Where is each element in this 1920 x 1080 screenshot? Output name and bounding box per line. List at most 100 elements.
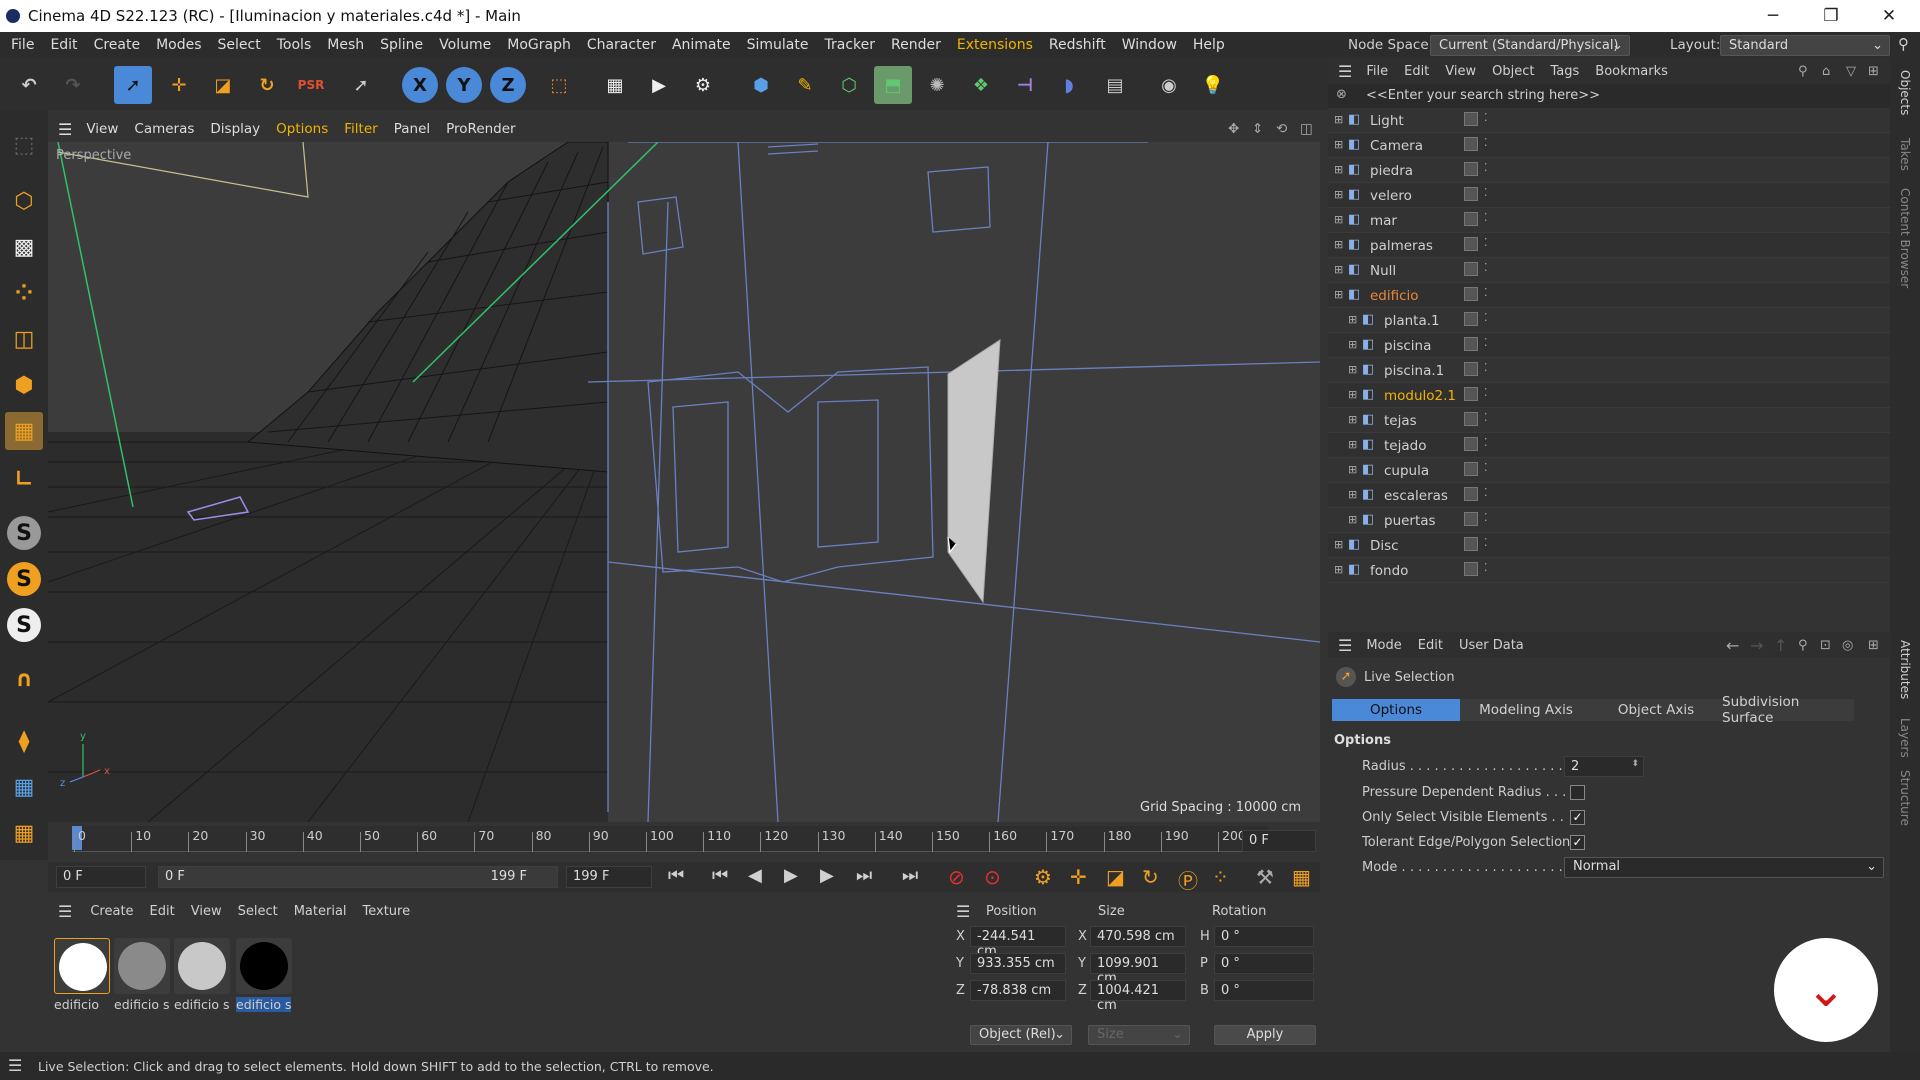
size-mode-dropdown[interactable]: Size ⌄	[1088, 1025, 1190, 1045]
current-frame-field[interactable]: 0 F	[1242, 830, 1316, 852]
viewport-menu-display[interactable]: Display	[210, 121, 260, 137]
expand-icon[interactable]: ⊞	[1348, 513, 1357, 526]
back-arrow-icon[interactable]: ←	[1726, 636, 1739, 655]
object-row[interactable]: ⊞ ◧ piedra ⁚	[1328, 158, 1890, 183]
object-row[interactable]: ⊞ ◧ modulo2.1 ⁚	[1328, 383, 1890, 408]
expand-icon[interactable]: ⊞	[1334, 263, 1343, 276]
y-axis-icon[interactable]: Y	[446, 67, 482, 103]
target-icon[interactable]: ◎	[1842, 638, 1853, 653]
material-thumb[interactable]	[54, 938, 110, 994]
new-window-icon[interactable]: ⊞	[1868, 64, 1879, 79]
material-name[interactable]: edificio s	[114, 997, 169, 1012]
timeline-window-icon[interactable]: ▦	[1292, 865, 1311, 889]
material-menu-material[interactable]: Material	[294, 904, 347, 919]
end-frame-field[interactable]: 199 F	[566, 866, 652, 888]
close-icon[interactable]: ✕	[1860, 0, 1918, 32]
menu-animate[interactable]: Animate	[672, 37, 731, 53]
recent-tool-icon[interactable]: ➚	[342, 66, 380, 104]
scheme-icon[interactable]: ⚒	[1256, 865, 1274, 889]
go-to-end-icon[interactable]: ⏭	[902, 865, 918, 886]
menu-simulate[interactable]: Simulate	[747, 37, 809, 53]
visibility-toggle[interactable]	[1464, 337, 1478, 351]
snap-settings-icon[interactable]: S	[7, 562, 41, 596]
redo-icon[interactable]: ↷	[54, 66, 92, 104]
visibility-toggle[interactable]	[1464, 412, 1478, 426]
viewport-menu-filter[interactable]: Filter	[344, 121, 377, 137]
lock-icon[interactable]: ⊡	[1820, 638, 1831, 653]
render-dots-icon[interactable]: ⁚	[1484, 461, 1488, 474]
render-dots-icon[interactable]: ⁚	[1484, 486, 1488, 499]
viewport-menu-panel[interactable]: Panel	[394, 121, 430, 137]
expand-icon[interactable]: ⊞	[1348, 413, 1357, 426]
edges-mode-icon[interactable]: ◫	[5, 320, 43, 358]
axis-mode-icon[interactable]: ∟	[5, 460, 43, 498]
minimize-icon[interactable]: ─	[1744, 0, 1802, 32]
field-icon[interactable]: ◗	[1050, 66, 1088, 104]
render-dots-icon[interactable]: ⁚	[1484, 311, 1488, 324]
node-space-dropdown[interactable]: Current (Standard/Physical) ⌄	[1430, 35, 1630, 56]
render-picture-viewer-icon[interactable]: ▶	[640, 66, 678, 104]
subdivision-surface-icon[interactable]: ⬡	[830, 66, 868, 104]
menu-help[interactable]: Help	[1193, 37, 1225, 53]
visibility-toggle[interactable]	[1464, 562, 1478, 576]
visibility-toggle[interactable]	[1464, 262, 1478, 276]
object-search-bar[interactable]: ⊗ <<Enter your search string here>>	[1328, 84, 1890, 108]
expand-icon[interactable]: ⊞	[1334, 163, 1343, 176]
expand-icon[interactable]: ⊞	[1348, 463, 1357, 476]
visibility-toggle[interactable]	[1464, 287, 1478, 301]
points-mode-icon[interactable]: ⁘	[5, 274, 43, 312]
render-dots-icon[interactable]: ⁚	[1484, 361, 1488, 374]
viewport-menu-view[interactable]: View	[86, 121, 118, 137]
viewport-3d[interactable]: y x z Perspective Grid Spacing : 10000 c…	[48, 142, 1320, 822]
tab-object-axis[interactable]: Object Axis	[1592, 699, 1720, 721]
material-name[interactable]: edificio s	[174, 997, 229, 1012]
up-arrow-icon[interactable]: ↑	[1774, 636, 1787, 655]
render-dots-icon[interactable]: ⁚	[1484, 236, 1488, 249]
transform-psr-icon[interactable]: PSR	[292, 66, 330, 104]
object-row[interactable]: ⊞ ◧ fondo ⁚	[1328, 558, 1890, 583]
object-row[interactable]: ⊞ ◧ palmeras ⁚	[1328, 233, 1890, 258]
position-input[interactable]: -244.541 cm	[970, 926, 1066, 959]
array-icon[interactable]: ❖	[962, 66, 1000, 104]
next-key-icon[interactable]: ⏭	[856, 865, 872, 886]
magnet-icon[interactable]: ∩	[5, 660, 43, 698]
attributes-menu-user-data[interactable]: User Data	[1459, 638, 1524, 653]
side-tab-objects[interactable]: Objects	[1898, 70, 1912, 115]
hamburger-icon[interactable]: ☰	[58, 902, 72, 921]
go-to-start-icon[interactable]: ⏮	[668, 865, 684, 886]
expand-icon[interactable]: ⊞	[1348, 488, 1357, 501]
menu-render[interactable]: Render	[891, 37, 941, 53]
material-name[interactable]: edificio s	[236, 997, 292, 1012]
side-tab-layers[interactable]: Layers	[1898, 718, 1912, 758]
menu-redshift[interactable]: Redshift	[1049, 37, 1106, 53]
object-row[interactable]: ⊞ ◧ piscina ⁚	[1328, 333, 1890, 358]
hamburger-icon[interactable]: ☰	[956, 902, 970, 921]
viewport-menu-cameras[interactable]: Cameras	[134, 121, 194, 137]
menu-mograph[interactable]: MoGraph	[507, 37, 571, 53]
expand-icon[interactable]: ⊞	[1348, 338, 1357, 351]
render-dots-icon[interactable]: ⁚	[1484, 261, 1488, 274]
floor-icon[interactable]: ▤	[1096, 66, 1134, 104]
stepper-icon[interactable]: ⬍	[1631, 759, 1639, 769]
search-icon[interactable]: ⚲	[1798, 638, 1808, 653]
quantize-icon[interactable]: S	[7, 608, 41, 642]
rotation-input[interactable]: 0 °	[1214, 980, 1314, 1001]
menu-window[interactable]: Window	[1122, 37, 1177, 53]
render-settings-icon[interactable]: ⚙	[684, 66, 722, 104]
visibility-toggle[interactable]	[1464, 537, 1478, 551]
coordinate-mode-dropdown[interactable]: Object (Rel) ⌄	[970, 1025, 1072, 1045]
object-row[interactable]: ⊞ ◧ edificio ⁚	[1328, 283, 1890, 308]
render-dots-icon[interactable]: ⁚	[1484, 186, 1488, 199]
object-row[interactable]: ⊞ ◧ Camera ⁚	[1328, 133, 1890, 158]
render-dots-icon[interactable]: ⁚	[1484, 436, 1488, 449]
menu-character[interactable]: Character	[587, 37, 656, 53]
side-tab-structure[interactable]: Structure	[1898, 770, 1912, 826]
side-tab-content-browser[interactable]: Content Browser	[1898, 188, 1912, 288]
key-rotation-icon[interactable]: ↻	[1142, 865, 1159, 889]
hamburger-icon[interactable]: ☰	[8, 1056, 22, 1075]
pan-icon[interactable]: ✥	[1228, 121, 1239, 137]
scale-icon[interactable]: ◪	[204, 66, 242, 104]
keyframe-selection-icon[interactable]: ⚙	[1034, 865, 1052, 889]
menu-file[interactable]: File	[11, 37, 34, 53]
light-icon[interactable]: 💡	[1194, 66, 1232, 104]
